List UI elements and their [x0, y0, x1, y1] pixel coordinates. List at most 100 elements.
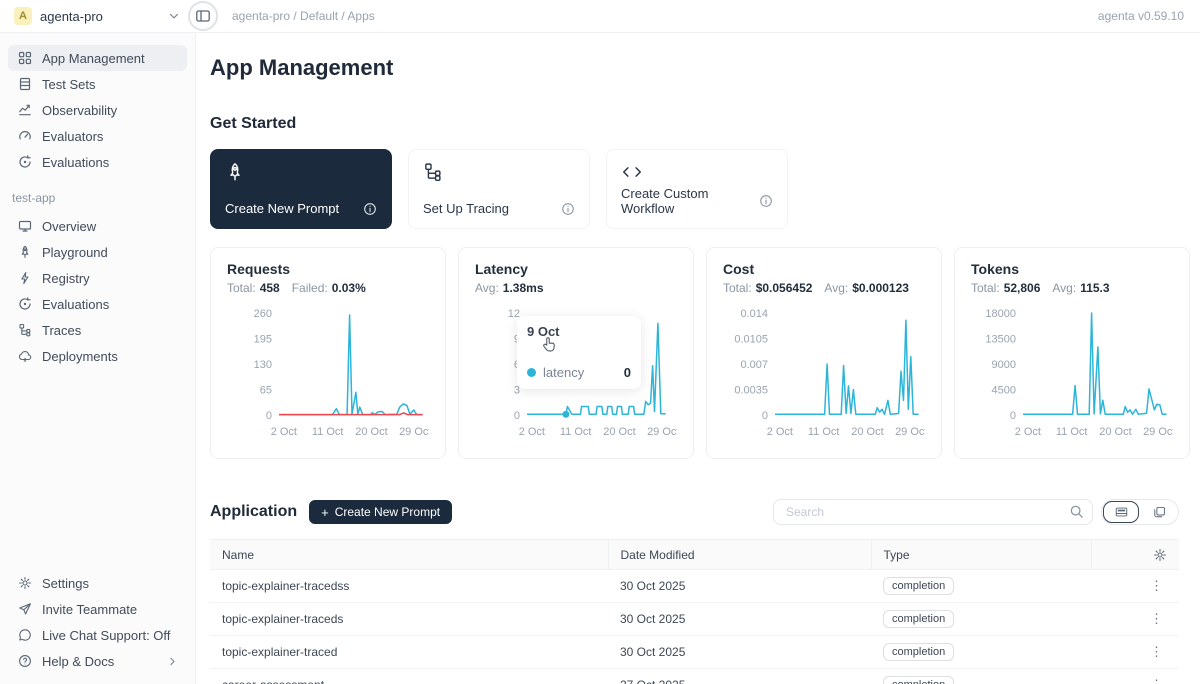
sidebar-item-evaluations-app[interactable]: Evaluations [8, 291, 187, 317]
gear-icon [17, 576, 32, 590]
cost-chart-svg: 00.00350.0070.01050.0142 Oct11 Oct20 Oct… [723, 303, 925, 447]
sidebar-item-label: Settings [42, 576, 89, 591]
create-custom-workflow-card[interactable]: Create Custom Workflow [606, 149, 788, 229]
x-tick-label: 2 Oct [1015, 426, 1041, 438]
chart-stats: Total:458Failed:0.03% [227, 281, 429, 295]
sidebar-item-test-sets[interactable]: Test Sets [8, 71, 187, 97]
sidebar-item-evaluators[interactable]: Evaluators [8, 123, 187, 149]
table-row[interactable]: topic-explainer-traceds 30 Oct 2025 comp… [210, 603, 1179, 636]
sidebar-item-live-chat[interactable]: Live Chat Support: Off [8, 622, 187, 648]
card-view-icon [1152, 505, 1167, 519]
rocket-icon [17, 245, 32, 259]
sidebar-toggle-ring [188, 1, 218, 31]
chart-plot[interactable]: 00.00350.0070.01050.0142 Oct11 Oct20 Oct… [723, 303, 925, 452]
chart-line-icon [17, 103, 32, 117]
x-tick-label: 2 Oct [271, 426, 297, 438]
gauge-icon [17, 129, 32, 143]
app-table-body: topic-explainer-tracedss 30 Oct 2025 com… [210, 570, 1179, 684]
sidebar-item-evaluations[interactable]: Evaluations [8, 149, 187, 175]
table-view-button[interactable] [1103, 501, 1139, 523]
table-row[interactable]: topic-explainer-tracedss 30 Oct 2025 com… [210, 570, 1179, 603]
chart-plot[interactable]: 0651301952602 Oct11 Oct20 Oct29 Oct [227, 303, 429, 452]
sidebar-item-observability[interactable]: Observability [8, 97, 187, 123]
plus-icon: + [321, 505, 329, 520]
cursor-pointer-icon [541, 336, 558, 353]
sidebar-item-overview[interactable]: Overview [8, 213, 187, 239]
paper-plane-icon [17, 602, 32, 616]
sidebar-item-label: Evaluations [42, 155, 109, 170]
app-date-modified: 27 Oct 2025 [608, 669, 871, 684]
panel-left-icon [195, 8, 211, 24]
info-icon[interactable] [363, 202, 377, 216]
search-input[interactable] [773, 499, 1093, 525]
sidebar-item-label: Test Sets [42, 77, 95, 92]
grid-icon [17, 51, 32, 65]
sidebar-toggle-button[interactable] [195, 8, 211, 24]
sidebar-item-app-management[interactable]: App Management [8, 45, 187, 71]
chart-tooltip: 9 Oct latency 0 [517, 316, 641, 389]
workspace-selector[interactable]: A agenta-pro [14, 7, 180, 25]
chart-plot[interactable]: 04500900013500180002 Oct11 Oct20 Oct29 O… [971, 303, 1173, 452]
sidebar-item-registry[interactable]: Registry [8, 265, 187, 291]
info-icon[interactable] [561, 202, 575, 216]
refresh-circle-icon [17, 297, 32, 311]
chart-stat: Total:458 [227, 281, 280, 295]
app-name[interactable]: topic-explainer-tracedss [210, 570, 608, 603]
chart-stats: Total:$0.056452Avg:$0.000123 [723, 281, 925, 295]
card-view-button[interactable] [1140, 500, 1178, 524]
tokens-chart-card: Tokens Total:52,806Avg:115.3 04500900013… [954, 247, 1190, 459]
row-menu-button[interactable]: ⋮ [1146, 578, 1167, 593]
cost-line [775, 320, 919, 414]
sidebar-item-settings[interactable]: Settings [8, 570, 187, 596]
create-new-prompt-button[interactable]: + Create New Prompt [309, 500, 452, 524]
sidebar-item-label: Evaluators [42, 129, 103, 144]
y-tick-label: 0.014 [740, 308, 768, 320]
chart-stat: Avg:1.38ms [475, 281, 544, 295]
y-tick-label: 9000 [992, 359, 1016, 371]
y-tick-label: 0 [266, 410, 272, 422]
column-header-type[interactable]: Type [871, 540, 1091, 570]
button-label: Create New Prompt [335, 505, 440, 519]
set-up-tracing-card[interactable]: Set Up Tracing [408, 149, 590, 229]
table-row[interactable]: topic-explainer-traced 30 Oct 2025 compl… [210, 636, 1179, 669]
sidebar-item-playground[interactable]: Playground [8, 239, 187, 265]
cost-chart-card: Cost Total:$0.056452Avg:$0.000123 00.003… [706, 247, 942, 459]
app-name[interactable]: topic-explainer-traceds [210, 603, 608, 636]
app-name[interactable]: topic-explainer-traced [210, 636, 608, 669]
y-tick-label: 4500 [992, 385, 1016, 397]
app-name[interactable]: career-assessment [210, 669, 608, 684]
x-tick-label: 20 Oct [355, 426, 387, 438]
column-header-date-modified[interactable]: Date Modified [608, 540, 871, 570]
table-settings-gear-icon[interactable] [1153, 548, 1167, 562]
workspace-avatar: A [14, 7, 32, 25]
tree-icon [17, 323, 32, 337]
y-tick-label: 130 [254, 359, 272, 371]
info-icon[interactable] [759, 194, 773, 208]
sidebar-item-label: Invite Teammate [42, 602, 137, 617]
column-header-actions [1091, 540, 1179, 570]
row-menu-button[interactable]: ⋮ [1146, 644, 1167, 659]
application-heading: Application [210, 503, 297, 521]
chart-title: Latency [475, 261, 677, 277]
sidebar-item-traces[interactable]: Traces [8, 317, 187, 343]
table-row[interactable]: career-assessment 27 Oct 2025 completion… [210, 669, 1179, 684]
x-tick-label: 29 Oct [399, 426, 429, 438]
active-point-marker [562, 411, 569, 418]
row-menu-button[interactable]: ⋮ [1146, 677, 1167, 684]
tracing-icon [423, 162, 575, 182]
chat-bubble-icon [17, 628, 32, 642]
y-tick-label: 0.007 [740, 359, 768, 371]
sidebar-item-label: Evaluations [42, 297, 109, 312]
create-new-prompt-card[interactable]: Create New Prompt [210, 149, 392, 229]
sidebar-item-invite-teammate[interactable]: Invite Teammate [8, 596, 187, 622]
sidebar-item-deployments[interactable]: Deployments [8, 343, 187, 369]
card-label: Set Up Tracing [423, 201, 509, 216]
sidebar-item-help-docs[interactable]: Help & Docs [8, 648, 187, 674]
x-tick-label: 2 Oct [519, 426, 545, 438]
breadcrumb[interactable]: agenta-pro / Default / Apps [232, 9, 375, 23]
y-tick-label: 18000 [985, 308, 1016, 320]
row-menu-button[interactable]: ⋮ [1146, 611, 1167, 626]
y-tick-label: 0.0035 [734, 385, 768, 397]
column-header-name[interactable]: Name [210, 540, 608, 570]
search-icon [1069, 504, 1084, 519]
